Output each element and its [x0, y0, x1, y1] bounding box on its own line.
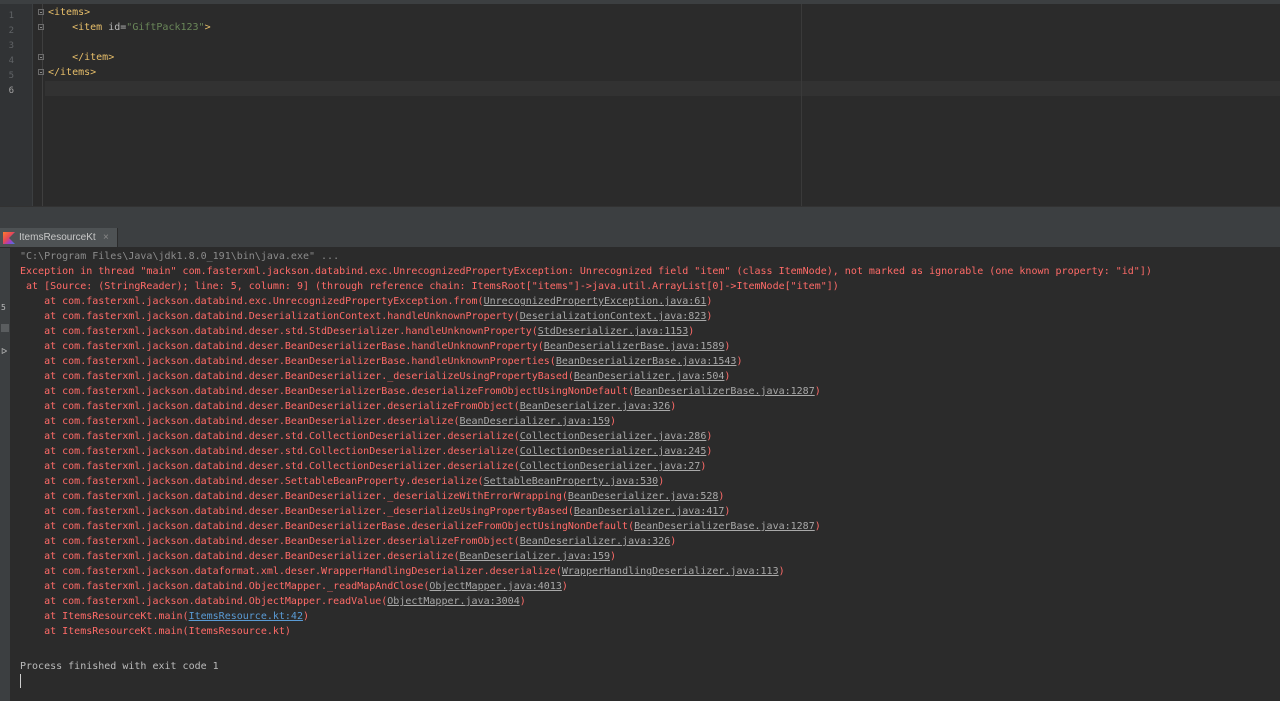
source-link[interactable]: WrapperHandlingDeserializer.java:113	[562, 566, 779, 577]
rerun-icon[interactable]: 5	[1, 304, 9, 312]
source-link[interactable]: StdDeserializer.java:1153	[538, 326, 689, 337]
stack-frame: at com.fasterxml.jackson.databind.Object…	[20, 581, 568, 592]
stack-frame: at com.fasterxml.jackson.databind.deser.…	[20, 356, 743, 367]
line-number: 1	[8, 11, 14, 21]
source-link[interactable]: BeanDeserializer.java:326	[520, 401, 671, 412]
stack-frame: at com.fasterxml.jackson.databind.deser.…	[20, 326, 695, 337]
kotlin-icon	[3, 232, 15, 244]
restore-layout-icon[interactable]: ᐅ	[1, 348, 9, 356]
right-margin-guide	[801, 4, 802, 206]
stack-frame: at com.fasterxml.jackson.databind.deser.…	[20, 476, 665, 487]
source-link[interactable]: CollectionDeserializer.java:27	[520, 461, 701, 472]
stack-frame: at com.fasterxml.jackson.databind.deser.…	[20, 551, 617, 562]
source-link[interactable]: BeanDeserializer.java:528	[568, 491, 719, 502]
source-link[interactable]: UnrecognizedPropertyException.java:61	[484, 296, 707, 307]
stack-frame: at com.fasterxml.jackson.databind.deser.…	[20, 491, 725, 502]
fold-end-icon[interactable]	[38, 69, 44, 75]
source-link[interactable]: BeanDeserializerBase.java:1287	[634, 521, 815, 532]
editor-top-border	[0, 0, 1280, 4]
panel-splitter[interactable]	[0, 206, 1280, 228]
stack-frame: at com.fasterxml.jackson.databind.deser.…	[20, 386, 821, 397]
stack-frame: at com.fasterxml.jackson.databind.deser.…	[20, 371, 731, 382]
line-number: 2	[8, 26, 14, 36]
source-link[interactable]: ObjectMapper.java:3004	[387, 596, 519, 607]
source-link[interactable]: BeanDeserializer.java:504	[574, 371, 725, 382]
stack-frame: at com.fasterxml.jackson.databind.deser.…	[20, 416, 617, 427]
source-link[interactable]: BeanDeserializer.java:326	[520, 536, 671, 547]
code-line[interactable]: <items>	[48, 5, 90, 20]
stack-frame: at com.fasterxml.jackson.databind.exc.Un…	[20, 296, 713, 307]
line-number: 5	[8, 71, 14, 81]
stack-frame: at ItemsResourceKt.main(ItemsResource.kt…	[20, 611, 309, 622]
source-link[interactable]: CollectionDeserializer.java:245	[520, 446, 707, 457]
source-link[interactable]: ObjectMapper.java:4013	[429, 581, 561, 592]
stack-frame: at com.fasterxml.jackson.databind.deser.…	[20, 446, 713, 457]
stack-frame: at com.fasterxml.jackson.databind.deser.…	[20, 341, 731, 352]
fold-toggle-icon[interactable]	[38, 24, 44, 30]
run-console[interactable]: "C:\Program Files\Java\jdk1.8.0_191\bin\…	[10, 248, 1280, 701]
fold-end-icon[interactable]	[38, 54, 44, 60]
run-tab[interactable]: ItemsResourceKt ×	[0, 228, 118, 247]
console-side-toolbar: 5 ᐅ	[0, 248, 10, 701]
stack-frame: at com.fasterxml.jackson.databind.deser.…	[20, 401, 677, 412]
process-finished-message: Process finished with exit code 1	[20, 661, 219, 672]
source-link[interactable]: BeanDeserializerBase.java:1543	[556, 356, 737, 367]
code-line[interactable]: </items>	[48, 65, 96, 80]
stack-frame: at com.fasterxml.jackson.databind.deser.…	[20, 521, 821, 532]
source-link[interactable]: ItemsResource.kt:42	[189, 611, 303, 622]
stack-frame: at com.fasterxml.jackson.databind.deser.…	[20, 536, 677, 547]
line-number-gutter: 1 2 3 4 5 6	[0, 4, 33, 206]
source-link[interactable]: CollectionDeserializer.java:286	[520, 431, 707, 442]
code-line[interactable]: </item>	[48, 50, 114, 65]
line-number: 6	[8, 86, 14, 96]
stop-icon[interactable]	[1, 324, 9, 332]
run-tool-window-tabs: ItemsResourceKt ×	[0, 228, 1280, 248]
exception-message: Exception in thread "main" com.fasterxml…	[20, 266, 1152, 277]
current-line-highlight	[45, 81, 1280, 96]
close-icon[interactable]: ×	[103, 231, 109, 244]
exception-source: at [Source: (StringReader); line: 5, col…	[20, 281, 839, 292]
command-line: "C:\Program Files\Java\jdk1.8.0_191\bin\…	[20, 251, 340, 262]
run-tab-label: ItemsResourceKt	[19, 232, 96, 243]
source-link[interactable]: BeanDeserializer.java:159	[460, 416, 611, 427]
stack-frame: at com.fasterxml.jackson.databind.deser.…	[20, 461, 707, 472]
fold-gutter	[33, 4, 45, 206]
stack-frame: at com.fasterxml.jackson.databind.deser.…	[20, 431, 713, 442]
fold-toggle-icon[interactable]	[38, 9, 44, 15]
source-link[interactable]: BeanDeserializer.java:417	[574, 506, 725, 517]
source-link[interactable]: BeanDeserializer.java:159	[460, 551, 611, 562]
source-link[interactable]: DeserializationContext.java:823	[520, 311, 707, 322]
stack-frame: at ItemsResourceKt.main(ItemsResource.kt…	[20, 626, 291, 637]
stack-frame: at com.fasterxml.jackson.databind.Deseri…	[20, 311, 713, 322]
line-number: 3	[8, 41, 14, 51]
source-link[interactable]: BeanDeserializerBase.java:1589	[544, 341, 725, 352]
source-link[interactable]: SettableBeanProperty.java:530	[484, 476, 659, 487]
code-editor[interactable]: 1 2 3 4 5 6 <items> <item id="GiftPack12…	[0, 0, 1280, 206]
source-link[interactable]: BeanDeserializerBase.java:1287	[634, 386, 815, 397]
code-line[interactable]: <item id="GiftPack123">	[48, 20, 211, 35]
stack-frame: at com.fasterxml.jackson.databind.Object…	[20, 596, 526, 607]
input-caret[interactable]	[20, 674, 21, 688]
stack-frame: at com.fasterxml.jackson.dataformat.xml.…	[20, 566, 785, 577]
line-number: 4	[8, 56, 14, 66]
stack-frame: at com.fasterxml.jackson.databind.deser.…	[20, 506, 731, 517]
